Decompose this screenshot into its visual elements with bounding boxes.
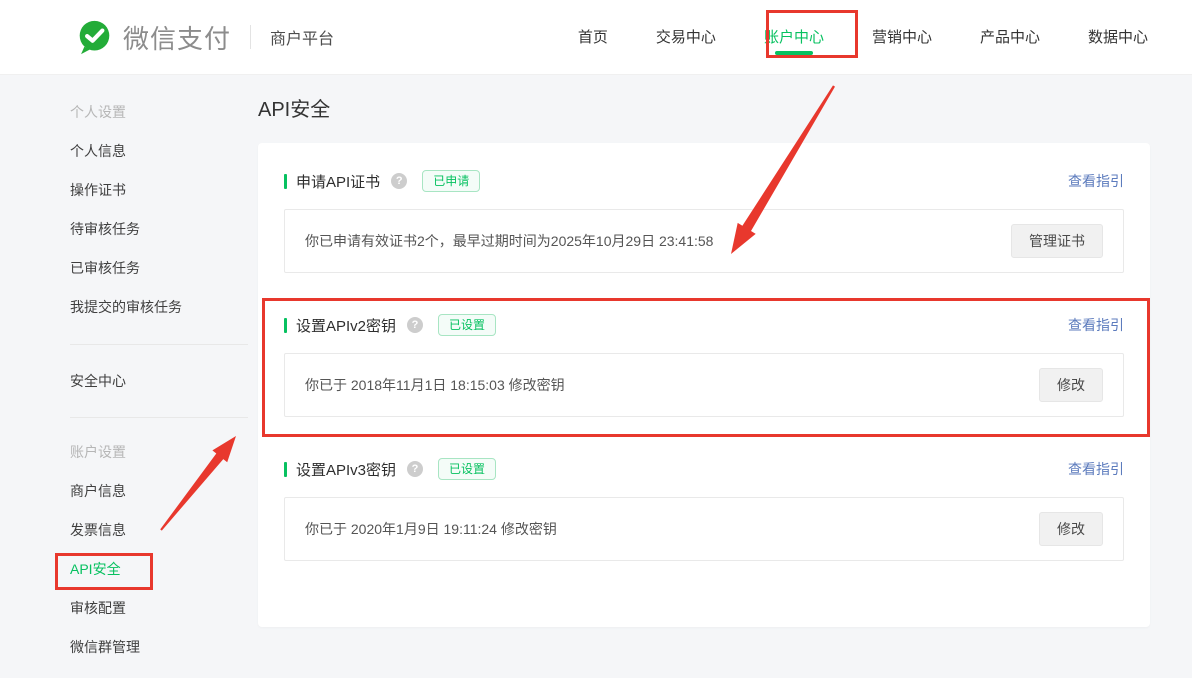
apiv3-key-description: 你已于 2020年1月9日 19:11:24 修改密钥: [305, 519, 557, 539]
status-badge-set-v3: 已设置: [438, 458, 496, 480]
wechat-pay-logo[interactable]: 微信支付 商户平台: [76, 19, 334, 56]
sidebar-item-pending-review-tasks[interactable]: 待审核任务: [70, 221, 248, 238]
apiv2-key-title: 设置APIv2密钥: [296, 315, 396, 336]
sidebar-section-account-settings: 账户设置: [70, 444, 248, 461]
top-header: 微信支付 商户平台 首页 交易中心 账户中心 营销中心 产品中心 数据中心: [0, 0, 1192, 75]
sidebar-item-reviewed-tasks[interactable]: 已审核任务: [70, 260, 248, 277]
apiv3-key-section-header: 设置APIv3密钥 ? 已设置 查看指引: [284, 457, 1124, 481]
logo-title: 微信支付: [123, 19, 231, 56]
sidebar: 个人设置 个人信息 操作证书 待审核任务 已审核任务 我提交的审核任务 安全中心…: [70, 104, 248, 678]
help-icon[interactable]: ?: [391, 173, 407, 189]
manage-cert-button[interactable]: 管理证书: [1011, 224, 1103, 258]
nav-item-marketing-center[interactable]: 营销中心: [872, 0, 932, 75]
sidebar-item-my-submitted-tasks[interactable]: 我提交的审核任务: [70, 299, 248, 316]
logo-divider: [250, 25, 251, 49]
apiv2-key-section: 设置APIv2密钥 ? 已设置 查看指引 你已于 2018年11月1日 18:1…: [284, 313, 1124, 417]
view-guide-link[interactable]: 查看指引: [1068, 459, 1124, 479]
modify-apiv2-key-button[interactable]: 修改: [1039, 368, 1103, 402]
api-cert-section-header: 申请API证书 ? 已申请 查看指引: [284, 169, 1124, 193]
apiv3-key-info-box: 你已于 2020年1月9日 19:11:24 修改密钥 修改: [284, 497, 1124, 561]
section-marker-bar: [284, 318, 287, 333]
section-marker-bar: [284, 174, 287, 189]
wechat-pay-logo-icon: [76, 19, 113, 56]
sidebar-item-invoice-info[interactable]: 发票信息: [70, 522, 248, 539]
page-title: API安全: [258, 93, 330, 122]
sidebar-item-security-center[interactable]: 安全中心: [70, 373, 248, 390]
status-badge-set-v2: 已设置: [438, 314, 496, 336]
apiv2-key-info-box: 你已于 2018年11月1日 18:15:03 修改密钥 修改: [284, 353, 1124, 417]
sidebar-section-personal-settings: 个人设置: [70, 104, 248, 121]
nav-item-home[interactable]: 首页: [578, 0, 608, 75]
sidebar-item-review-config[interactable]: 审核配置: [70, 600, 248, 617]
sidebar-item-api-security[interactable]: API安全: [70, 561, 248, 578]
apiv3-key-section: 设置APIv3密钥 ? 已设置 查看指引 你已于 2020年1月9日 19:11…: [284, 457, 1124, 561]
status-badge-applied: 已申请: [422, 170, 480, 192]
nav-item-account-center[interactable]: 账户中心: [764, 0, 824, 75]
api-cert-section: 申请API证书 ? 已申请 查看指引 你已申请有效证书2个，最早过期时间为202…: [284, 169, 1124, 273]
apiv2-key-section-header: 设置APIv2密钥 ? 已设置 查看指引: [284, 313, 1124, 337]
sidebar-item-personal-info[interactable]: 个人信息: [70, 143, 248, 160]
sidebar-item-operation-cert[interactable]: 操作证书: [70, 182, 248, 199]
top-nav: 首页 交易中心 账户中心 营销中心 产品中心 数据中心: [578, 0, 1192, 75]
view-guide-link[interactable]: 查看指引: [1068, 171, 1124, 191]
sidebar-item-wechat-group-management[interactable]: 微信群管理: [70, 639, 248, 656]
view-guide-link[interactable]: 查看指引: [1068, 315, 1124, 335]
sidebar-item-merchant-info[interactable]: 商户信息: [70, 483, 248, 500]
api-security-card: 申请API证书 ? 已申请 查看指引 你已申请有效证书2个，最早过期时间为202…: [258, 143, 1150, 627]
api-cert-title: 申请API证书: [296, 171, 380, 192]
sidebar-divider: [70, 344, 248, 345]
apiv2-key-description: 你已于 2018年11月1日 18:15:03 修改密钥: [305, 375, 565, 395]
nav-item-trade-center[interactable]: 交易中心: [656, 0, 716, 75]
help-icon[interactable]: ?: [407, 461, 423, 477]
apiv3-key-title: 设置APIv3密钥: [296, 459, 396, 480]
nav-item-data-center[interactable]: 数据中心: [1088, 0, 1148, 75]
sidebar-divider: [70, 417, 248, 418]
nav-item-product-center[interactable]: 产品中心: [980, 0, 1040, 75]
modify-apiv3-key-button[interactable]: 修改: [1039, 512, 1103, 546]
api-cert-description: 你已申请有效证书2个，最早过期时间为2025年10月29日 23:41:58: [305, 231, 713, 251]
help-icon[interactable]: ?: [407, 317, 423, 333]
api-cert-info-box: 你已申请有效证书2个，最早过期时间为2025年10月29日 23:41:58 管…: [284, 209, 1124, 273]
logo-subtitle: 商户平台: [270, 25, 334, 49]
section-marker-bar: [284, 462, 287, 477]
